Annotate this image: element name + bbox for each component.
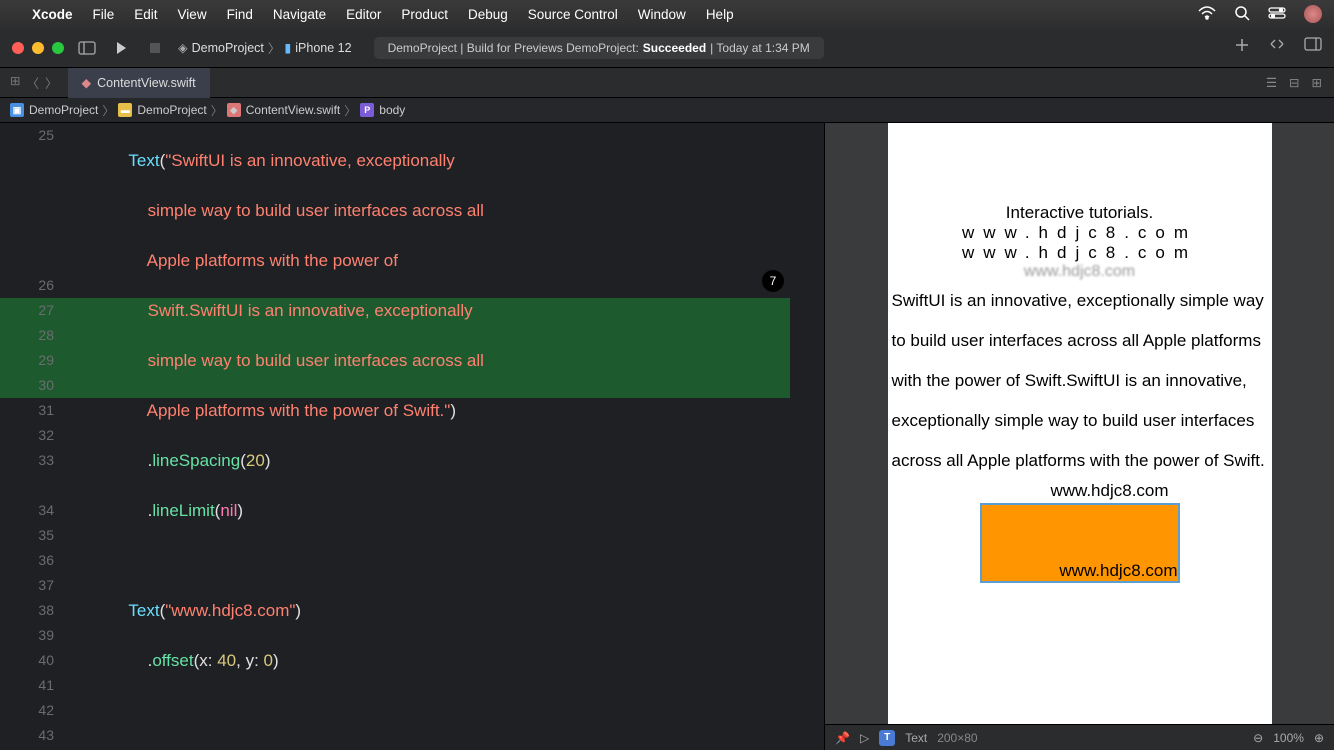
user-icon[interactable]: [1304, 5, 1322, 23]
menu-window[interactable]: Window: [638, 7, 686, 22]
minimize-window-button[interactable]: [32, 42, 44, 54]
window-controls: [12, 42, 64, 54]
swift-icon: ◆: [227, 103, 241, 117]
swift-file-icon: ◆: [82, 75, 92, 90]
tab-filename: ContentView.swift: [97, 76, 195, 90]
nav-back-icon[interactable]: 〈: [26, 73, 39, 92]
preview-url-blur: www.hdjc8.com: [892, 263, 1268, 281]
project-icon: ▣: [10, 103, 24, 117]
text-element-icon: T: [879, 730, 895, 746]
preview-url-offset: www.hdjc8.com: [892, 481, 1268, 501]
macos-menubar: Xcode File Edit View Find Navigate Edito…: [0, 0, 1334, 28]
folder-icon: ▬: [118, 103, 132, 117]
preview-paragraph: SwiftUI is an innovative, exceptionally …: [892, 281, 1268, 481]
breadcrumb-folder[interactable]: DemoProject: [137, 103, 206, 117]
status-prefix: DemoProject | Build for Previews DemoPro…: [388, 41, 639, 55]
live-preview-icon[interactable]: ▷: [860, 731, 869, 745]
menu-editor[interactable]: Editor: [346, 7, 381, 22]
menu-find[interactable]: Find: [227, 7, 253, 22]
breadcrumb-project[interactable]: DemoProject: [29, 103, 98, 117]
preview-toolbar: 📌 ▷ T Text 200×80 ⊖ 100% ⊕: [825, 724, 1334, 750]
menu-help[interactable]: Help: [706, 7, 734, 22]
zoom-window-button[interactable]: [52, 42, 64, 54]
code-editor[interactable]: 25 2627282930313233 34353637383940414243…: [0, 123, 824, 750]
zoom-out-icon[interactable]: ⊖: [1253, 731, 1263, 745]
app-menu[interactable]: Xcode: [32, 7, 73, 22]
wifi-icon[interactable]: [1198, 6, 1216, 23]
scheme-device: iPhone 12: [295, 41, 351, 55]
nav-forward-icon[interactable]: 〉: [45, 73, 58, 92]
menu-source-control[interactable]: Source Control: [528, 7, 618, 22]
preview-pane: Interactive tutorials. www.hdjc8.com www…: [824, 123, 1334, 750]
library-icon[interactable]: [1268, 37, 1286, 58]
control-center-icon[interactable]: [1268, 7, 1286, 22]
selected-element-size: 200×80: [937, 731, 977, 745]
minimap-icon[interactable]: ☰: [1266, 75, 1277, 90]
selected-element-label: Text: [905, 731, 927, 745]
code-content[interactable]: Text("SwiftUI is an innovative, exceptio…: [72, 123, 824, 750]
inspector-toggle-icon[interactable]: [1304, 37, 1322, 58]
preview-url-spread-1: www.hdjc8.com: [892, 223, 1268, 243]
related-items-icon[interactable]: ⊞: [10, 73, 20, 92]
breadcrumb-file[interactable]: ContentView.swift: [246, 103, 341, 117]
xcode-toolbar: ◈ DemoProject 〉 ▮ iPhone 12 DemoProject …: [0, 28, 1334, 68]
preview-orange-text: www.hdjc8.com: [1059, 561, 1177, 581]
preview-title-text: Interactive tutorials.: [892, 203, 1268, 223]
status-time: | Today at 1:34 PM: [710, 41, 810, 55]
menu-view[interactable]: View: [178, 7, 207, 22]
zoom-in-icon[interactable]: ⊕: [1314, 731, 1324, 745]
add-editor-icon[interactable]: ⊞: [1312, 75, 1322, 90]
device-icon: ▮: [284, 40, 291, 55]
stop-button[interactable]: [144, 37, 166, 59]
activity-status[interactable]: DemoProject | Build for Previews DemoPro…: [374, 37, 824, 59]
preview-url-spread-2: www.hdjc8.com: [892, 243, 1268, 263]
menu-edit[interactable]: Edit: [134, 7, 157, 22]
scheme-selector[interactable]: ◈ DemoProject 〉 ▮ iPhone 12: [178, 38, 352, 57]
device-preview: Interactive tutorials. www.hdjc8.com www…: [888, 123, 1272, 724]
close-window-button[interactable]: [12, 42, 24, 54]
preview-canvas[interactable]: Interactive tutorials. www.hdjc8.com www…: [825, 123, 1334, 724]
sidebar-toggle-icon[interactable]: [76, 37, 98, 59]
editor-tab[interactable]: ◆ ContentView.swift: [68, 68, 210, 98]
jump-bar[interactable]: ▣ DemoProject 〉 ▬ DemoProject 〉 ◆ Conten…: [0, 98, 1334, 123]
issue-count-badge[interactable]: 7: [762, 270, 784, 292]
preview-orange-box[interactable]: www.hdjc8.com: [980, 503, 1180, 583]
breadcrumb-symbol[interactable]: body: [379, 103, 405, 117]
editor-tabbar: ⊞ 〈 〉 ◆ ContentView.swift ☰ ⊟ ⊞: [0, 68, 1334, 98]
run-button[interactable]: [110, 37, 132, 59]
property-icon: P: [360, 103, 374, 117]
pin-icon[interactable]: 📌: [835, 731, 850, 745]
spotlight-icon[interactable]: [1234, 5, 1250, 24]
menu-file[interactable]: File: [93, 7, 115, 22]
scheme-project: DemoProject: [192, 41, 264, 55]
add-button-icon[interactable]: [1234, 37, 1250, 58]
status-result: Succeeded: [643, 41, 706, 55]
adjust-editor-icon[interactable]: ⊟: [1289, 75, 1299, 90]
zoom-level[interactable]: 100%: [1273, 731, 1304, 745]
menu-product[interactable]: Product: [401, 7, 448, 22]
line-gutter: 25 2627282930313233 34353637383940414243: [0, 123, 68, 748]
menu-debug[interactable]: Debug: [468, 7, 508, 22]
target-icon: ◈: [178, 40, 188, 55]
menu-navigate[interactable]: Navigate: [273, 7, 326, 22]
